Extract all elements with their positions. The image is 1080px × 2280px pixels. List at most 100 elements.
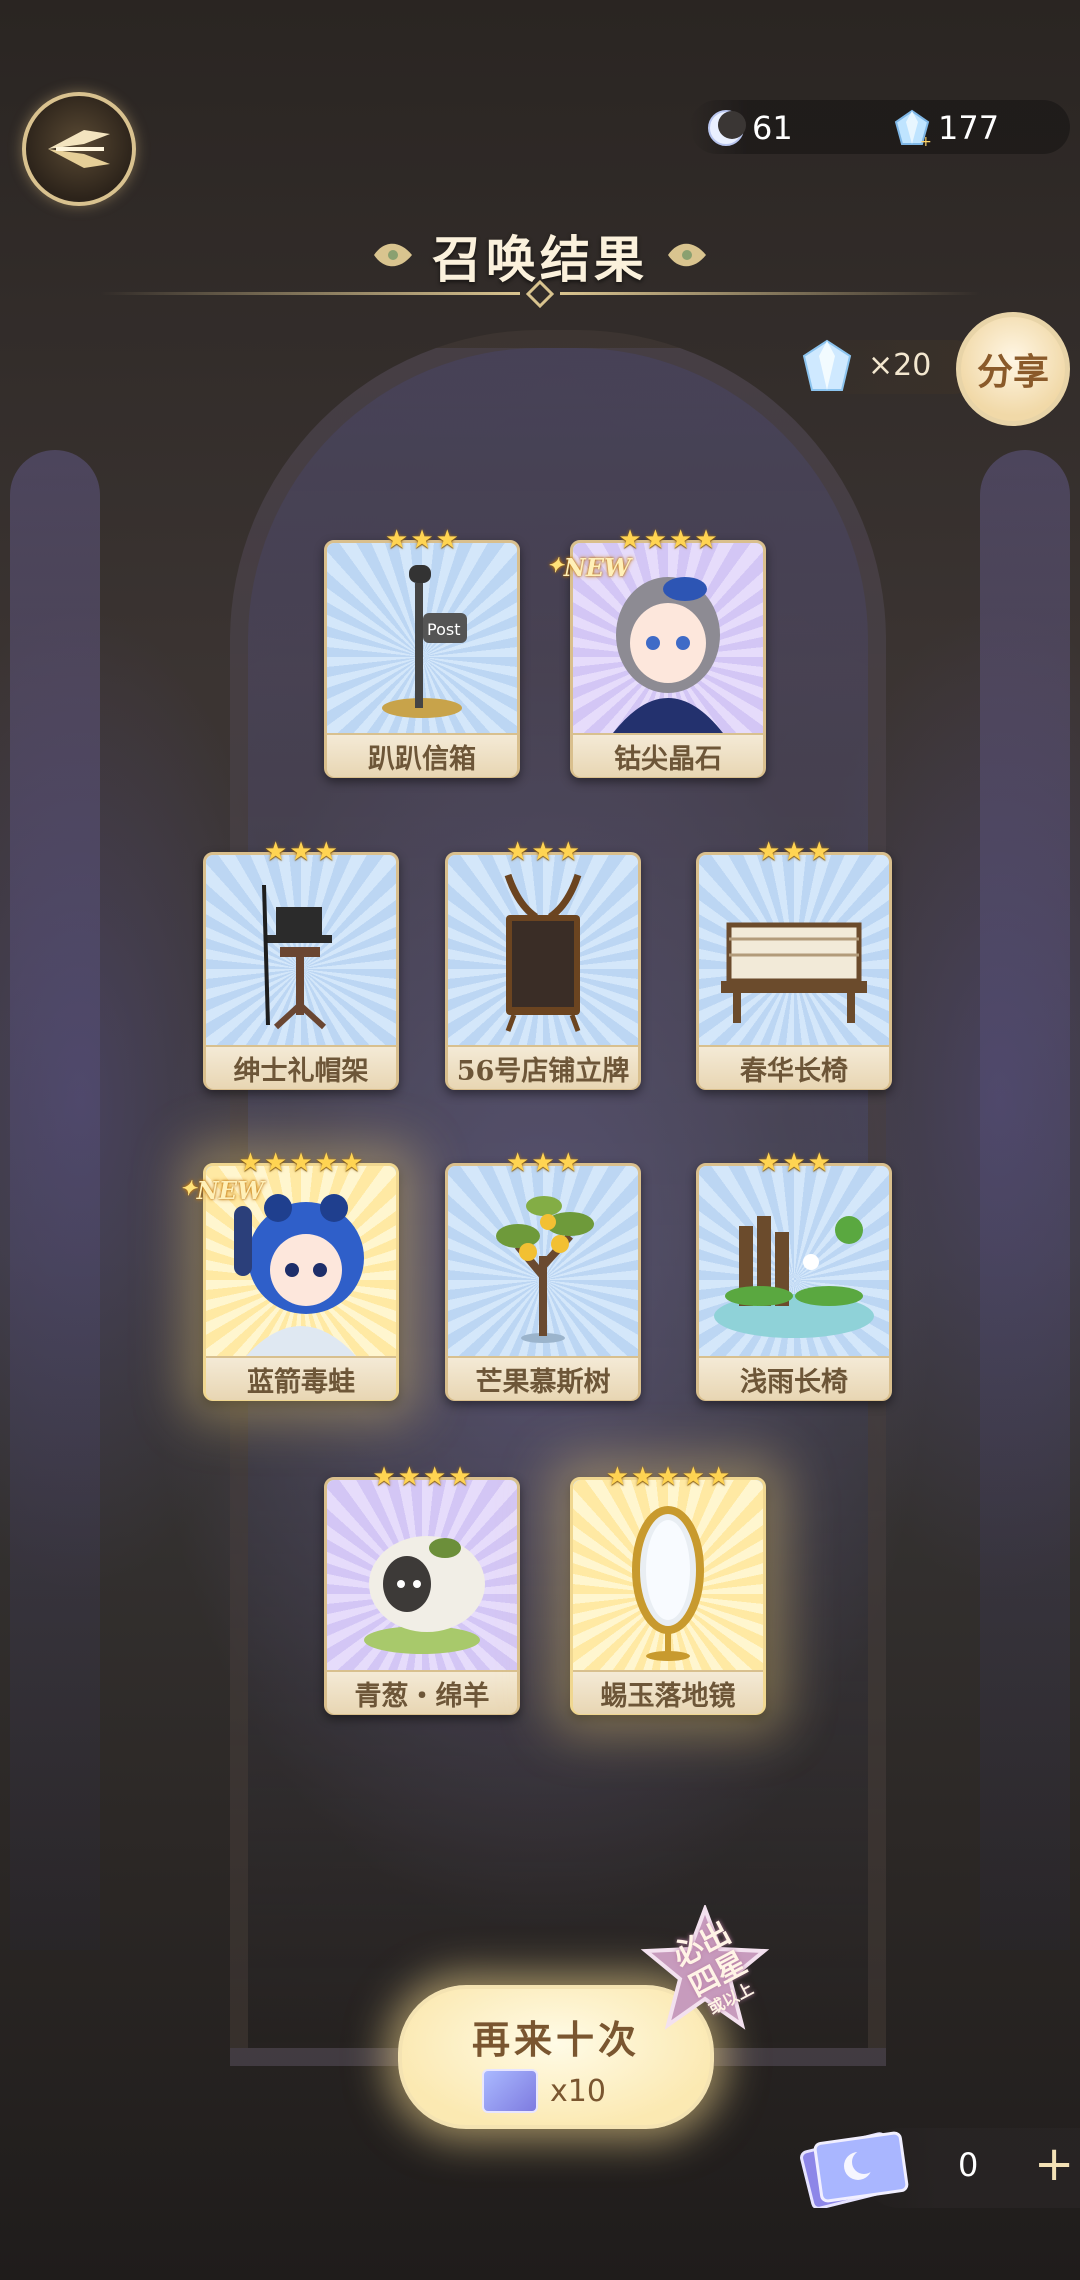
star-icon: ★ xyxy=(289,1148,313,1178)
sheep-art xyxy=(327,1480,517,1670)
star-icon: ★ xyxy=(618,525,642,555)
card-name: 蜴玉落地镜 xyxy=(573,1670,763,1714)
result-card[interactable]: ★ ★ ★ 浅雨长椅 xyxy=(696,1150,892,1401)
mirror-art xyxy=(573,1480,763,1670)
summon-ticket-icon xyxy=(482,2069,538,2113)
star-icon: ★ xyxy=(656,1462,680,1492)
star-icon: ★ xyxy=(643,525,667,555)
guarantee-badge: 必出 四星 或以上 xyxy=(640,1905,770,2035)
result-card[interactable]: ★ ★ ★ 56号店铺立牌 xyxy=(445,839,641,1090)
lotus-bench-art xyxy=(699,1166,889,1356)
background-pillar-left xyxy=(10,450,100,1950)
star-icon: ★ xyxy=(556,1148,580,1178)
new-badge: ✦NEW xyxy=(547,553,631,582)
star-rating: ★ ★ ★ xyxy=(699,1150,889,1176)
card-name: 春华长椅 xyxy=(699,1045,889,1089)
star-rating: ★ ★ ★ xyxy=(327,527,517,553)
card-name: 56号店铺立牌 xyxy=(448,1045,638,1089)
crystal-currency: + 177 xyxy=(892,104,999,152)
diamond-ornament-icon xyxy=(526,280,554,308)
star-icon: ★ xyxy=(556,837,580,867)
card-name: 钴尖晶石 xyxy=(573,733,763,777)
svg-text:Post: Post xyxy=(427,620,460,639)
share-button[interactable]: 分享 xyxy=(956,312,1070,426)
card-name: 浅雨长椅 xyxy=(699,1356,889,1400)
star-rating: ★ ★ ★ xyxy=(448,1150,638,1176)
result-card[interactable]: ★ ★ ★ 芒果慕斯树 xyxy=(445,1150,641,1401)
crystal-icon: + xyxy=(894,109,932,148)
new-badge: ✦NEW xyxy=(180,1176,264,1205)
mango-tree-art xyxy=(448,1166,638,1356)
new-badge-label: NEW xyxy=(563,553,631,582)
star-icon: ★ xyxy=(506,837,530,867)
star-icon: ★ xyxy=(757,1148,781,1178)
new-badge-label: NEW xyxy=(196,1176,264,1205)
result-card[interactable]: Post ★ ★ ★ 趴趴信箱 xyxy=(324,527,520,778)
star-icon: ★ xyxy=(314,1148,338,1178)
star-icon: ★ xyxy=(410,525,434,555)
add-ticket-button[interactable]: + xyxy=(1034,2136,1074,2192)
result-card[interactable]: ★ ★ ★ ★ ★ 蜴玉落地镜 xyxy=(570,1464,766,1715)
star-icon: ★ xyxy=(397,1462,421,1492)
back-arrow-icon xyxy=(48,130,110,168)
star-icon: ★ xyxy=(531,1148,555,1178)
star-icon: ★ xyxy=(681,1462,705,1492)
card-name: 趴趴信箱 xyxy=(327,733,517,777)
star-rating: ★ ★ ★ ★ ★ xyxy=(573,1464,763,1490)
star-icon: ★ xyxy=(339,1148,364,1178)
share-reward-count: ×20 xyxy=(868,348,932,383)
result-card[interactable]: ★ ★ ★ 春华长椅 xyxy=(696,839,892,1090)
crystal-reward-icon xyxy=(802,339,852,391)
result-card[interactable]: ★ ★ ★ ★ 青葱・绵羊 xyxy=(324,1464,520,1715)
star-rating: ★ ★ ★ xyxy=(699,839,889,865)
star-icon: ★ xyxy=(669,525,693,555)
background-pillar-right xyxy=(980,450,1070,1950)
moon-currency-value: 61 xyxy=(752,109,793,147)
star-icon: ★ xyxy=(264,1148,288,1178)
star-icon: ★ xyxy=(264,837,288,867)
leaf-ornament-right-icon xyxy=(668,243,706,267)
hat-stand-art xyxy=(206,855,396,1045)
star-icon: ★ xyxy=(506,1148,530,1178)
star-icon: ★ xyxy=(423,1462,447,1492)
back-button[interactable] xyxy=(22,92,136,206)
card-name: 芒果慕斯树 xyxy=(448,1356,638,1400)
summon-ticket-large-icon xyxy=(800,2131,909,2208)
title-divider-right xyxy=(560,292,980,295)
summon-cost-value: x10 xyxy=(550,2073,606,2109)
star-icon: ★ xyxy=(782,837,806,867)
star-icon: ★ xyxy=(694,525,718,555)
star-icon: ★ xyxy=(631,1462,655,1492)
star-rating: ★ ★ ★ xyxy=(448,839,638,865)
card-name: 绅士礼帽架 xyxy=(206,1045,396,1089)
star-rating: ★ ★ ★ ★ xyxy=(573,527,763,553)
shop-sign-art xyxy=(448,855,638,1045)
star-rating: ★ ★ ★ xyxy=(206,839,396,865)
star-icon: ★ xyxy=(448,1462,472,1492)
bench-art xyxy=(699,855,889,1045)
crystal-currency-value: 177 xyxy=(938,109,1000,147)
ticket-count: 0 xyxy=(958,2146,979,2184)
sparkle-icon: ✦ xyxy=(180,1176,197,1200)
moon-icon xyxy=(708,110,746,146)
star-rating: ★ ★ ★ ★ xyxy=(327,1464,517,1490)
star-icon: ★ xyxy=(706,1462,731,1492)
summon-cost: x10 xyxy=(482,2069,606,2113)
result-card[interactable]: ★ ★ ★ ★ ✦NEW 钴尖晶石 xyxy=(547,527,766,778)
star-icon: ★ xyxy=(314,837,338,867)
star-icon: ★ xyxy=(605,1462,630,1492)
star-icon: ★ xyxy=(372,1462,396,1492)
star-icon: ★ xyxy=(531,837,555,867)
star-rating: ★ ★ ★ ★ ★ xyxy=(206,1150,396,1176)
card-name: 青葱・绵羊 xyxy=(327,1670,517,1714)
star-icon: ★ xyxy=(385,525,409,555)
mailbox-art: Post xyxy=(327,543,517,733)
title-header: 召唤结果 xyxy=(0,212,1080,312)
moon-currency: 61 xyxy=(706,104,793,152)
star-icon: ★ xyxy=(435,525,459,555)
sparkle-icon: ✦ xyxy=(547,553,564,577)
card-name: 蓝箭毒蛙 xyxy=(206,1356,396,1400)
result-card[interactable]: ★ ★ ★ 绅士礼帽架 xyxy=(203,839,399,1090)
svg-text:+: + xyxy=(920,134,932,148)
result-card[interactable]: ★ ★ ★ ★ ★ ✦NEW 蓝箭毒蛙 xyxy=(180,1150,399,1401)
